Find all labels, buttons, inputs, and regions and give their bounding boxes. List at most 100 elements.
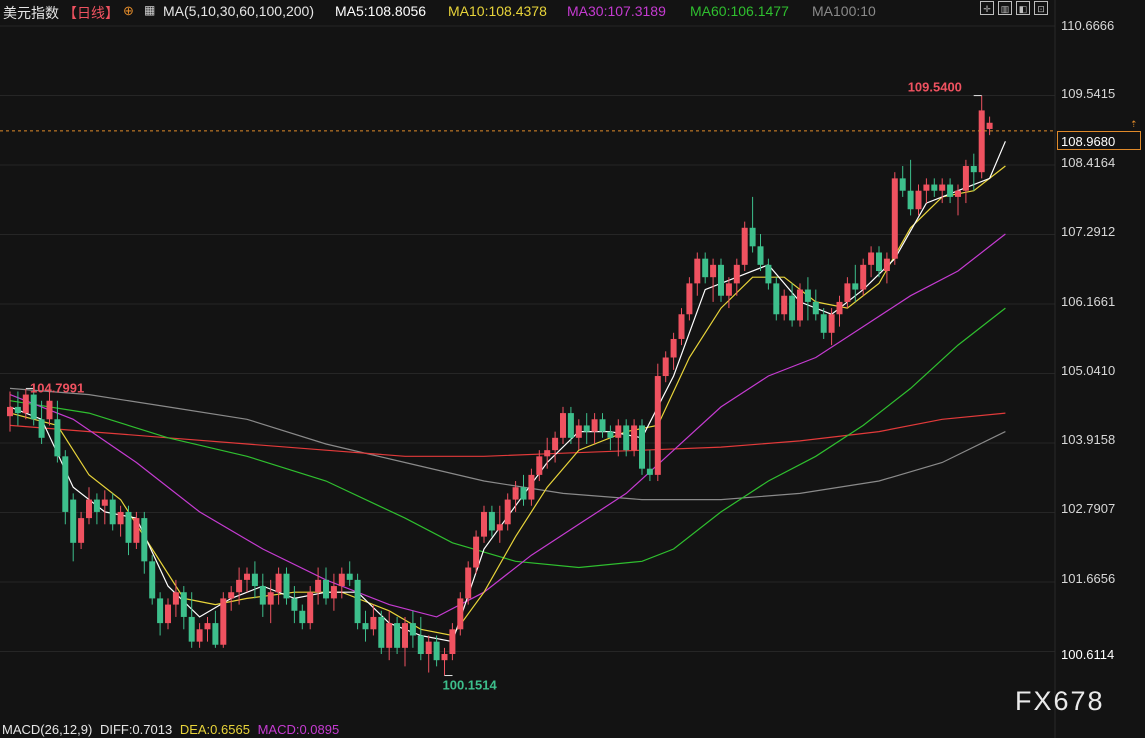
candle-body xyxy=(386,623,393,648)
candle-body xyxy=(623,425,630,451)
period-label[interactable]: 【日线】 xyxy=(63,3,119,23)
candle-body xyxy=(923,184,930,191)
price-arrow-icon: ⇡ xyxy=(1130,120,1138,130)
y-tick-label: 105.0410 xyxy=(1061,363,1116,378)
candle-body xyxy=(346,573,353,580)
candle-body xyxy=(149,561,156,599)
candle-body xyxy=(70,499,77,543)
ma10-value: MA10:108.4378 xyxy=(448,3,547,19)
candle-body xyxy=(101,499,108,506)
candle-body xyxy=(567,413,574,438)
y-tick-label: 109.5415 xyxy=(1061,86,1116,101)
candle-body xyxy=(394,623,401,648)
candle-body xyxy=(46,400,53,420)
candle-body xyxy=(631,425,638,451)
candle-body xyxy=(315,579,322,593)
y-tick-label: 108.4164 xyxy=(1061,155,1116,170)
candle-body xyxy=(196,629,203,642)
candle-body xyxy=(962,166,969,191)
candle-body xyxy=(473,536,480,568)
left-high-annotation: 104.7991 xyxy=(30,380,84,395)
candle-body xyxy=(330,586,337,599)
candle-body xyxy=(275,573,282,593)
candle-body xyxy=(662,357,669,377)
candle-body xyxy=(188,616,195,642)
candle-body xyxy=(836,301,843,315)
ma-line-ma5 xyxy=(9,141,1006,643)
ma-settings-icon[interactable]: ▦ xyxy=(144,3,155,17)
y-tick-label: 101.6656 xyxy=(1061,571,1116,586)
candle-body xyxy=(504,499,511,525)
candle-body xyxy=(465,567,472,599)
candle-body xyxy=(544,450,551,457)
fullscreen-icon[interactable]: ⊡ xyxy=(1034,1,1048,15)
candle-body xyxy=(970,166,977,173)
y-tick-label: 110.6666 xyxy=(1061,18,1115,33)
candle-body xyxy=(117,511,124,525)
macd-params: MACD(26,12,9) xyxy=(2,722,93,737)
candle-body xyxy=(789,295,796,321)
add-indicator-icon[interactable]: ⊕ xyxy=(123,3,134,19)
candle-body xyxy=(433,641,440,661)
candle-body xyxy=(694,258,701,284)
candle-body xyxy=(607,431,614,438)
candle-body xyxy=(291,598,298,611)
candle-body xyxy=(915,190,922,210)
candle-body xyxy=(425,641,432,655)
candle-body xyxy=(378,616,385,648)
symbol-title: 美元指数 xyxy=(3,5,59,21)
candle-body xyxy=(109,499,116,525)
candle-body xyxy=(157,598,164,624)
candle-body xyxy=(496,524,503,531)
candle-body xyxy=(868,252,875,265)
candlestick-chart: 109.5400 100.1514 104.7991 ⇡ xyxy=(0,0,1138,738)
candle-body xyxy=(259,586,266,605)
candle-body xyxy=(646,468,653,475)
current-price-tag: 108.9680 xyxy=(1057,131,1141,150)
candle-body xyxy=(457,598,464,630)
candle-body xyxy=(931,184,938,191)
candle-body xyxy=(639,425,645,469)
ma30-value: MA30:107.3189 xyxy=(567,3,666,19)
candle-body xyxy=(228,592,235,599)
candle-body xyxy=(267,592,274,605)
candle-body xyxy=(180,592,187,617)
candle-body xyxy=(773,283,780,315)
window-icon[interactable]: ◧ xyxy=(1016,1,1030,15)
candle-body xyxy=(907,190,914,210)
candle-body xyxy=(62,456,69,512)
candle-body xyxy=(725,283,732,296)
chart-header: 美元指数 【日线】 ⊕ ▦ MA(5,10,30,60,100,200) MA5… xyxy=(0,0,1145,22)
candle-body xyxy=(30,394,37,420)
candle-body xyxy=(552,437,559,451)
candle-body xyxy=(670,338,677,358)
candle-body xyxy=(804,289,811,302)
candle-body xyxy=(986,122,993,129)
candle-body xyxy=(370,616,377,630)
candle-body xyxy=(512,487,519,500)
candle-body xyxy=(939,184,946,191)
candle-body xyxy=(307,592,314,624)
candle-body xyxy=(575,425,582,438)
candle-body xyxy=(481,511,487,537)
macd-diff: DIFF:0.7013 xyxy=(99,722,173,737)
layout-icon[interactable]: ▥ xyxy=(998,1,1012,15)
candle-body xyxy=(891,178,898,259)
candle-body xyxy=(749,227,756,247)
candle-body xyxy=(441,654,448,661)
candle-body xyxy=(583,425,590,432)
candle-body xyxy=(251,573,258,587)
ma-line-ma10 xyxy=(9,165,1006,637)
candle-body xyxy=(757,246,764,265)
ma100-value: MA100:10 xyxy=(812,3,876,19)
candle-body xyxy=(536,456,543,475)
y-tick-label: 103.9158 xyxy=(1061,432,1116,447)
crosshair-icon[interactable]: ✛ xyxy=(980,1,994,15)
candle-body xyxy=(678,314,685,339)
candle-body xyxy=(812,301,819,315)
candle-body xyxy=(702,258,709,278)
candle-body xyxy=(165,604,171,624)
candle-body xyxy=(133,518,140,543)
candle-body xyxy=(78,518,85,543)
candle-body xyxy=(560,413,566,438)
